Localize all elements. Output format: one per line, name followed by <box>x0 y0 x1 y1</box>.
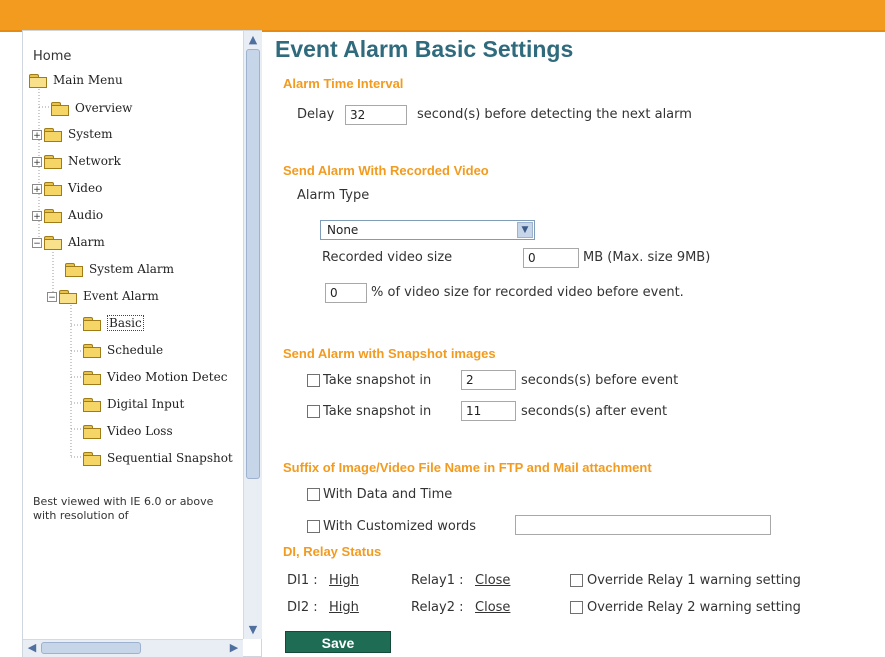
page-title: Event Alarm Basic Settings <box>275 36 574 62</box>
tree-item-alarm[interactable]: − Alarm <box>32 235 105 250</box>
with-date-time-label: With Data and Time <box>323 487 453 502</box>
alarm-type-label: Alarm Type <box>297 188 370 203</box>
override-relay1-label: Override Relay 1 warning setting <box>587 573 801 588</box>
tree-item-basic[interactable]: Basic <box>83 315 144 331</box>
delay-input[interactable]: 32 <box>345 105 407 125</box>
snapshot-before-suffix: seconds(s) before event <box>521 373 679 388</box>
section-heading-relay-status: DI, Relay Status <box>283 544 382 559</box>
with-date-time-checkbox[interactable] <box>307 488 320 501</box>
alarm-type-selected: None <box>327 223 359 237</box>
tree-item-digital-input[interactable]: Digital Input <box>83 397 184 412</box>
scroll-right-icon[interactable]: ▶ <box>226 640 242 656</box>
folder-open-icon <box>44 236 62 250</box>
snapshot-after-input[interactable]: 11 <box>461 401 516 421</box>
override-relay1-checkbox[interactable] <box>570 574 583 587</box>
folder-icon <box>44 155 62 169</box>
folder-icon <box>44 209 62 223</box>
with-custom-words-checkbox[interactable] <box>307 520 320 533</box>
tree-item-sequential-snapshot[interactable]: Sequential Snapshot <box>83 451 233 466</box>
snapshot-after-suffix: seconds(s) after event <box>521 404 668 419</box>
override-relay2-checkbox[interactable] <box>570 601 583 614</box>
tree-item-video-loss[interactable]: Video Loss <box>83 424 173 439</box>
folder-icon <box>44 128 62 142</box>
snapshot-after-label: Take snapshot in <box>323 404 432 419</box>
folder-open-icon <box>29 74 47 88</box>
delay-label: Delay <box>297 107 335 122</box>
main-content: Event Alarm Basic Settings Alarm Time In… <box>265 30 885 657</box>
tree-item-network[interactable]: + Network <box>32 154 121 169</box>
folder-icon <box>83 425 101 439</box>
scroll-down-icon[interactable]: ▼ <box>245 622 261 638</box>
snapshot-before-input[interactable]: 2 <box>461 370 516 390</box>
folder-icon <box>83 317 101 331</box>
tree-item-system[interactable]: + System <box>32 127 112 142</box>
tree-item-main-menu[interactable]: Main Menu <box>29 73 123 88</box>
pre-event-percent-input[interactable]: 0 <box>325 283 367 303</box>
section-heading-alarm-time: Alarm Time Interval <box>283 76 404 91</box>
alarm-type-select[interactable]: None ▼ <box>320 220 535 240</box>
relay2-label: Relay2 : <box>411 600 464 615</box>
snapshot-before-label: Take snapshot in <box>323 373 432 388</box>
delay-suffix: second(s) before detecting the next alar… <box>417 107 692 122</box>
pre-event-percent-suffix: % of video size for recorded video befor… <box>371 285 684 300</box>
folder-icon <box>65 263 83 277</box>
tree-item-system-alarm[interactable]: System Alarm <box>65 262 174 277</box>
recorded-size-label: Recorded video size <box>322 250 453 265</box>
snapshot-before-checkbox[interactable] <box>307 374 320 387</box>
expand-icon[interactable]: + <box>32 129 42 141</box>
vertical-scrollbar[interactable]: ▲ ▼ <box>243 31 262 639</box>
folder-open-icon <box>59 290 77 304</box>
folder-icon <box>44 182 62 196</box>
save-button[interactable]: Save <box>285 631 391 653</box>
tree-item-audio[interactable]: + Audio <box>32 208 103 223</box>
scroll-thumb[interactable] <box>246 49 260 479</box>
sidebar: Home Main Menu Overview + System + Netwo… <box>22 30 262 657</box>
top-bar <box>0 0 885 32</box>
relay2-status-link[interactable]: Close <box>475 600 510 615</box>
section-heading-snapshot: Send Alarm with Snapshot images <box>283 346 496 361</box>
di1-status-link[interactable]: High <box>329 573 359 588</box>
di2-label: DI2 : <box>287 600 318 615</box>
tree-item-schedule[interactable]: Schedule <box>83 343 163 358</box>
scroll-up-icon[interactable]: ▲ <box>245 32 261 48</box>
di1-label: DI1 : <box>287 573 318 588</box>
recorded-size-input[interactable]: 0 <box>523 248 579 268</box>
horizontal-scrollbar[interactable]: ◀ ▶ <box>23 639 243 657</box>
with-custom-words-label: With Customized words <box>323 519 476 534</box>
expand-icon[interactable]: + <box>32 183 42 195</box>
scroll-thumb[interactable] <box>41 642 141 654</box>
collapse-icon[interactable]: − <box>32 237 42 249</box>
section-heading-recorded-video: Send Alarm With Recorded Video <box>283 163 489 178</box>
folder-icon <box>83 344 101 358</box>
recorded-size-suffix: MB (Max. size 9MB) <box>583 250 711 265</box>
tree-item-video[interactable]: + Video <box>32 181 102 196</box>
browser-note: Best viewed with IE 6.0 or above with re… <box>33 495 214 522</box>
relay1-label: Relay1 : <box>411 573 464 588</box>
relay1-status-link[interactable]: Close <box>475 573 510 588</box>
collapse-icon[interactable]: − <box>47 291 57 303</box>
snapshot-after-checkbox[interactable] <box>307 405 320 418</box>
expand-icon[interactable]: + <box>32 210 42 222</box>
section-heading-file-suffix: Suffix of Image/Video File Name in FTP a… <box>283 460 652 475</box>
di2-status-link[interactable]: High <box>329 600 359 615</box>
scroll-left-icon[interactable]: ◀ <box>24 640 40 656</box>
expand-icon[interactable]: + <box>32 156 42 168</box>
tree-item-video-motion-detection[interactable]: Video Motion Detec <box>83 370 227 385</box>
tree-item-overview[interactable]: Overview <box>51 101 132 116</box>
folder-icon <box>51 102 69 116</box>
folder-icon <box>83 398 101 412</box>
chevron-down-icon[interactable]: ▼ <box>517 222 533 238</box>
folder-icon <box>83 452 101 466</box>
custom-words-input[interactable] <box>515 515 771 535</box>
tree-item-event-alarm[interactable]: − Event Alarm <box>47 289 159 304</box>
nav-tree: Home Main Menu Overview + System + Netwo… <box>23 31 243 639</box>
override-relay2-label: Override Relay 2 warning setting <box>587 600 801 615</box>
folder-icon <box>83 371 101 385</box>
